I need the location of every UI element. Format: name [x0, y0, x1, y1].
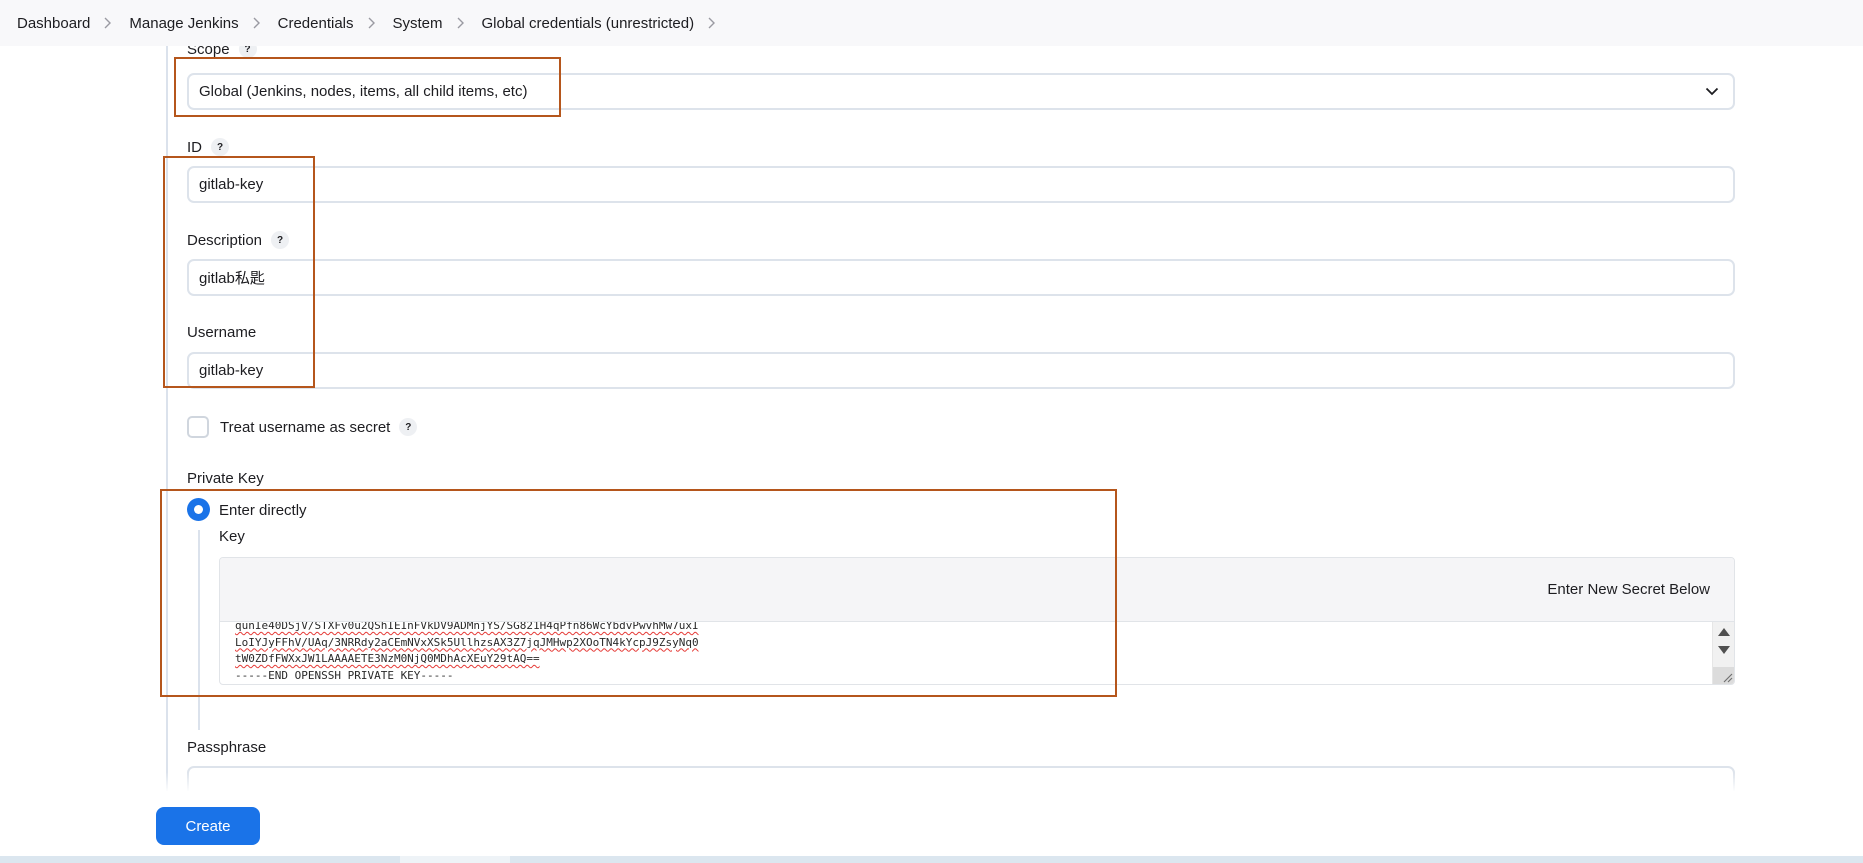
textarea-scrollbar[interactable] — [1712, 622, 1734, 684]
username-label: Username — [187, 324, 257, 341]
breadcrumb: Dashboard Manage Jenkins Credentials Sys… — [0, 0, 1863, 46]
id-field[interactable]: gitlab-key — [187, 166, 1735, 203]
description-label: Description ? — [187, 231, 290, 249]
key-label: Key — [219, 528, 245, 545]
scroll-down-icon[interactable] — [1718, 646, 1730, 654]
chevron-right-icon — [252, 17, 261, 29]
scope-select[interactable]: Global (Jenkins, nodes, items, all child… — [187, 73, 1735, 110]
key-line: qunIe40DSjV/STXFv0u2QShIEInFVkDV9ADMnjYS… — [235, 622, 699, 632]
private-key-secret-box: Enter New Secret Below qunIe40DSjV/STXFv… — [219, 557, 1735, 685]
scroll-up-icon[interactable] — [1718, 628, 1730, 636]
username-field-value: gitlab-key — [199, 362, 264, 379]
username-field[interactable]: gitlab-key — [187, 352, 1735, 389]
chevron-right-icon — [103, 17, 112, 29]
breadcrumb-credentials[interactable]: Credentials — [278, 15, 354, 32]
passphrase-label: Passphrase — [187, 739, 267, 756]
chevron-right-icon — [456, 17, 465, 29]
breadcrumb-global-credentials[interactable]: Global credentials (unrestricted) — [482, 15, 695, 32]
resize-grip-icon — [1723, 673, 1733, 683]
enter-directly-label[interactable]: Enter directly — [219, 500, 307, 520]
breadcrumb-system[interactable]: System — [393, 15, 443, 32]
resize-handle[interactable] — [1713, 667, 1734, 684]
treat-secret-help-icon[interactable]: ? — [399, 418, 418, 436]
id-label: ID ? — [187, 138, 229, 156]
treat-username-secret-label: Treat username as secret ? — [220, 416, 418, 438]
description-field[interactable]: gitlab私匙 — [187, 259, 1735, 296]
key-line: tW0ZDfFWXxJW1LAAAAETE3NzM0NjQ0MDhAcXEuY2… — [235, 652, 540, 665]
scope-label: Scope ? — [187, 46, 257, 58]
description-help-icon[interactable]: ? — [271, 231, 290, 249]
scope-help-icon[interactable]: ? — [238, 46, 257, 58]
id-field-value: gitlab-key — [199, 176, 264, 193]
enter-directly-radio[interactable] — [187, 498, 210, 521]
key-line: -----END OPENSSH PRIVATE KEY----- — [235, 668, 454, 682]
key-line: LoIYJyFFhV/UAq/3NRRdy2aCEmNVxXSk5UllhzsA… — [235, 635, 699, 649]
breadcrumb-manage-jenkins[interactable]: Manage Jenkins — [129, 15, 238, 32]
section-divider — [166, 46, 168, 791]
chevron-down-icon — [1705, 87, 1719, 96]
bottom-strip — [0, 856, 1863, 863]
description-field-value: gitlab私匙 — [199, 270, 265, 287]
chevron-right-icon — [707, 17, 716, 29]
breadcrumb-dashboard[interactable]: Dashboard — [17, 15, 90, 32]
credential-form: Scope ? Global (Jenkins, nodes, items, a… — [0, 46, 1863, 791]
chevron-right-icon — [367, 17, 376, 29]
id-help-icon[interactable]: ? — [211, 138, 229, 156]
treat-username-secret-checkbox[interactable] — [187, 416, 209, 438]
private-key-label: Private Key — [187, 470, 264, 487]
create-button[interactable]: Create — [156, 807, 260, 845]
radio-indent-line — [198, 530, 200, 730]
enter-new-secret-header[interactable]: Enter New Secret Below — [220, 558, 1734, 622]
private-key-textarea[interactable]: qunIe40DSjV/STXFv0u2QShIEInFVkDV9ADMnjYS… — [220, 622, 1734, 684]
scope-select-value: Global (Jenkins, nodes, items, all child… — [199, 83, 528, 100]
